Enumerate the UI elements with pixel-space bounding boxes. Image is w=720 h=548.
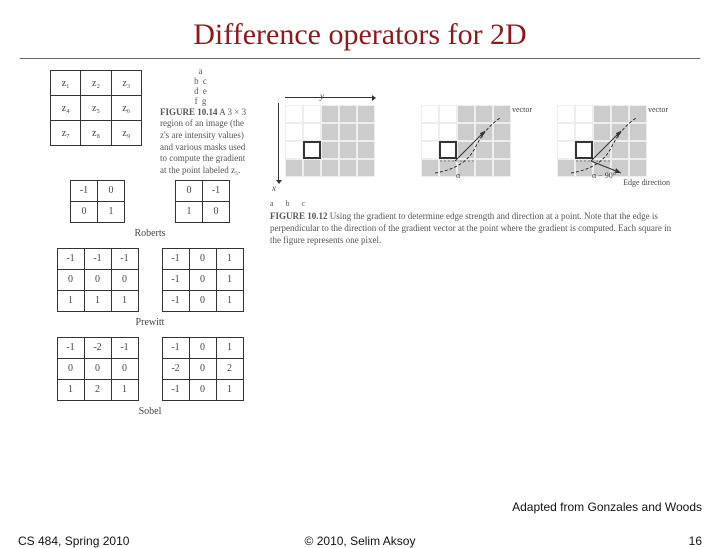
adapted-credit: Adapted from Gonzales and Woods — [512, 500, 702, 514]
prewitt-right: -101 -101 -101 — [162, 248, 244, 312]
x-axis-label: x — [272, 183, 276, 193]
footer-copyright: © 2010, Selim Aksoy — [0, 534, 720, 548]
roberts-pair: -10 01 0-1 10 — [50, 177, 250, 226]
fig1012-abc: a b c — [270, 199, 675, 209]
edge-curve-c-icon — [566, 113, 641, 178]
content-area: z₁z₂z₃ z₄z₅z₆ z₇z₈z₉ a b c d e f g FIGUR… — [0, 59, 720, 423]
roberts-label: Roberts — [50, 228, 250, 239]
fig1014-caption-block: a b c d e f g FIGURE 10.14 A 3 × 3 regio… — [152, 67, 250, 177]
prewitt-pair: -1-1-1 000 111 -101 -101 -101 — [50, 245, 250, 315]
fig1012-caption: a b c FIGURE 10.12 Using the gradient to… — [270, 199, 675, 246]
sobel-right: -101 -202 -101 — [162, 337, 244, 401]
prewitt-left: -1-1-1 000 111 — [57, 248, 139, 312]
sobel-left: -1-2-1 000 121 — [57, 337, 139, 401]
fig1014-caption: FIGURE 10.14 A 3 × 3 region of an image … — [160, 107, 250, 177]
alpha90-label: α − 90° — [592, 171, 616, 180]
edge-curve-b-icon — [430, 113, 505, 178]
left-column: z₁z₂z₃ z₄z₅z₆ z₇z₈z₉ a b c d e f g FIGUR… — [50, 65, 250, 423]
x-axis-arrow-icon — [278, 103, 279, 183]
y-axis-label: y — [320, 91, 324, 101]
roberts-right: 0-1 10 — [175, 180, 230, 223]
fig1014-abc: a b c d e f g — [152, 67, 250, 107]
gradient-fig-b: Gradient vector α — [406, 95, 536, 195]
prewitt-label: Prewitt — [50, 317, 250, 328]
y-axis-arrow-icon — [285, 97, 375, 98]
z-matrix: z₁z₂z₃ z₄z₅z₆ z₇z₈z₉ — [50, 70, 142, 146]
gradient-fig-a: y x — [270, 95, 400, 195]
gradient-fig-c: Gradient vector α − 90° Edge direction — [542, 95, 672, 195]
gradient-figures: y x Gradient vector — [270, 95, 690, 195]
z-region-figure: z₁z₂z₃ z₄z₅z₆ z₇z₈z₉ a b c d e f g FIGUR… — [50, 65, 250, 177]
sobel-pair: -1-2-1 000 121 -101 -202 -101 — [50, 334, 250, 404]
edge-direction-label: Edge direction — [623, 178, 670, 187]
pixel-grid-a — [285, 105, 375, 177]
roberts-left: -10 01 — [70, 180, 125, 223]
alpha-label: α — [456, 171, 460, 180]
slide-title: Difference operators for 2D — [0, 0, 720, 58]
sobel-label: Sobel — [50, 406, 250, 417]
right-column: y x Gradient vector — [250, 65, 690, 246]
footer-page-number: 16 — [689, 534, 702, 548]
